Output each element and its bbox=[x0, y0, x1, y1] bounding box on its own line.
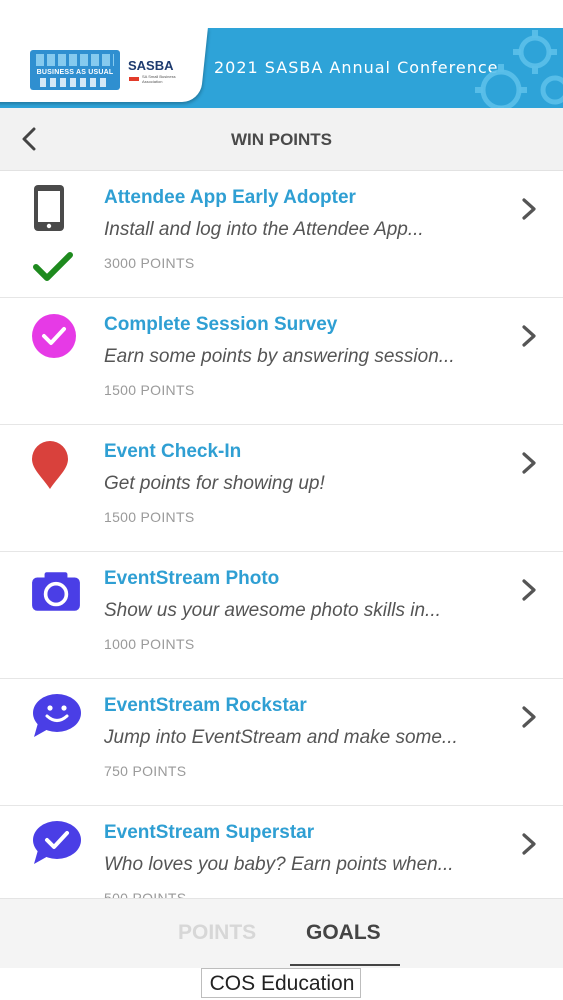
smile-chat-icon bbox=[33, 694, 81, 737]
challenge-row-eventstream-photo[interactable]: EventStream Photo Show us your awesome p… bbox=[0, 552, 563, 679]
map-pin-icon bbox=[32, 441, 68, 489]
challenge-title: Event Check-In bbox=[104, 441, 242, 462]
chevron-left-icon bbox=[22, 127, 36, 151]
chevron-right-icon bbox=[522, 325, 536, 347]
challenge-row-session-survey[interactable]: Complete Session Survey Earn some points… bbox=[0, 298, 563, 425]
active-tab-indicator bbox=[290, 964, 400, 966]
challenge-row-eventstream-rockstar[interactable]: EventStream Rockstar Jump into EventStre… bbox=[0, 679, 563, 806]
business-as-usual-logo: BUSINESS AS USUAL bbox=[30, 50, 120, 90]
challenge-title: EventStream Superstar bbox=[104, 822, 315, 843]
challenge-title: Complete Session Survey bbox=[104, 314, 338, 335]
challenge-description: Who loves you baby? Earn points when... bbox=[104, 854, 454, 875]
check-circle-icon bbox=[32, 314, 76, 358]
tab-points[interactable]: POINTS bbox=[178, 921, 256, 945]
sasba-logo-mark bbox=[129, 77, 139, 81]
chevron-right-icon bbox=[522, 452, 536, 474]
challenge-points: 1500 POINTS bbox=[104, 509, 195, 525]
check-chat-icon bbox=[33, 821, 81, 864]
challenge-description: Show us your awesome photo skills in... bbox=[104, 600, 441, 621]
footer-bar: COS Education bbox=[0, 968, 563, 1000]
chevron-right-icon bbox=[522, 579, 536, 601]
cos-education-button[interactable]: COS Education bbox=[201, 968, 361, 998]
challenge-title: EventStream Rockstar bbox=[104, 695, 307, 716]
challenge-description: Earn some points by answering session... bbox=[104, 346, 455, 367]
cos-education-label: COS Education bbox=[209, 972, 355, 995]
challenge-row-event-check-in[interactable]: Event Check-In Get points for showing up… bbox=[0, 425, 563, 552]
challenge-points: 3000 POINTS bbox=[104, 255, 195, 271]
smartphone-icon bbox=[34, 185, 64, 231]
challenge-points: 500 POINTS bbox=[104, 890, 187, 898]
back-button[interactable] bbox=[14, 124, 44, 154]
business-as-usual-logo-text: BUSINESS AS USUAL bbox=[36, 69, 114, 76]
chevron-right-icon bbox=[522, 198, 536, 220]
status-bar bbox=[0, 0, 563, 28]
chevron-right-icon bbox=[522, 833, 536, 855]
page-title: WIN POINTS bbox=[230, 130, 333, 149]
challenge-row-eventstream-superstar[interactable]: EventStream Superstar Who loves you baby… bbox=[0, 806, 563, 898]
sasba-logo: SASBA bbox=[128, 58, 174, 73]
conference-title: 2021 SASBA Annual Conference bbox=[214, 58, 499, 77]
challenge-points: 750 POINTS bbox=[104, 763, 187, 779]
chevron-right-icon bbox=[522, 706, 536, 728]
tab-bar: POINTS GOALS bbox=[0, 898, 563, 969]
conference-banner: BUSINESS AS USUAL SASBA SA Small Busines… bbox=[0, 28, 563, 108]
challenge-description: Get points for showing up! bbox=[104, 473, 325, 494]
tab-goals[interactable]: GOALS bbox=[306, 921, 381, 945]
gears-decoration-icon bbox=[475, 30, 563, 108]
challenge-description: Jump into EventStream and make some... bbox=[104, 727, 458, 748]
challenge-title: Attendee App Early Adopter bbox=[104, 187, 356, 208]
challenge-list: Attendee App Early Adopter Install and l… bbox=[0, 171, 563, 898]
sasba-logo-subtext: SA Small Business Association bbox=[142, 74, 176, 84]
challenge-points: 1000 POINTS bbox=[104, 636, 195, 652]
page-header: WIN POINTS bbox=[0, 108, 563, 171]
challenge-title: EventStream Photo bbox=[104, 568, 280, 589]
challenge-points: 1500 POINTS bbox=[104, 382, 195, 398]
challenge-description: Install and log into the Attendee App... bbox=[104, 219, 424, 240]
camera-icon bbox=[32, 572, 80, 611]
challenge-row-attendee-app[interactable]: Attendee App Early Adopter Install and l… bbox=[0, 171, 563, 298]
completed-check-icon bbox=[33, 252, 73, 281]
